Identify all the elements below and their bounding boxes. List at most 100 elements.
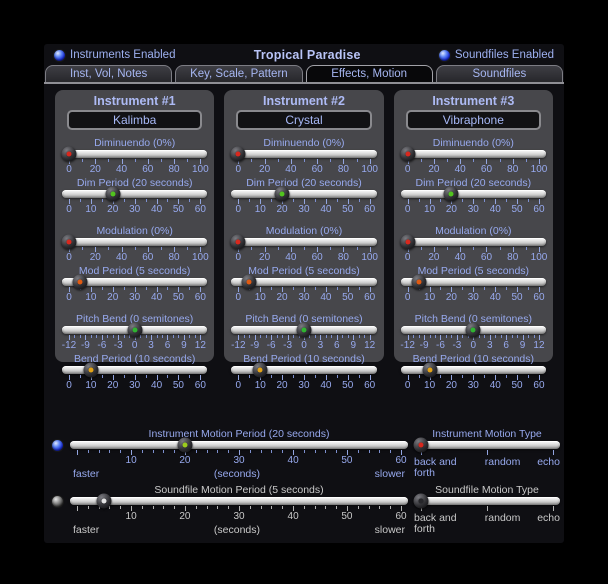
- instrument-motion-type-option-random[interactable]: random: [485, 457, 521, 479]
- inst1-pitch-bend-scale-numbers: -12 -9 -6 -3 0 3 6 9 12: [62, 341, 207, 352]
- inst2-modulation-track[interactable]: [230, 234, 377, 250]
- instruments-enabled-checkbox[interactable]: Instruments Enabled: [54, 49, 175, 61]
- inst2-diminuendo-thumb[interactable]: [230, 146, 246, 162]
- tick-mark: [553, 506, 554, 511]
- inst3-bend-period-rail: [408, 362, 539, 378]
- scale-number: 20: [179, 455, 191, 466]
- inst1-modulation-track[interactable]: [61, 234, 208, 250]
- inst2-diminuendo-thumb-dot: [235, 151, 241, 157]
- soundfile-motion-led-icon[interactable]: [52, 496, 63, 507]
- instrument-motion-type-option-back-and-forth[interactable]: back and forth: [414, 457, 468, 479]
- instrument-motion-type-track[interactable]: [413, 437, 560, 453]
- scale-number: 50: [341, 455, 353, 466]
- tab-key-scale-pattern[interactable]: Key, Scale, Pattern: [175, 65, 303, 82]
- inst1-diminuendo-track[interactable]: [61, 146, 208, 162]
- inst1-instrument-name-box[interactable]: Kalimba: [67, 110, 203, 130]
- tick-mark: [123, 199, 125, 202]
- tick-mark: [249, 375, 251, 378]
- inst3-mod-period-track[interactable]: [400, 274, 546, 290]
- scale-number: 100: [191, 252, 209, 263]
- inst2-pitch-bend-track[interactable]: [231, 322, 377, 338]
- soundfile-motion-period-thumb[interactable]: [96, 493, 112, 509]
- inst2-dim-period-thumb[interactable]: [274, 186, 290, 202]
- inst1-modulation-slider: Modulation (0%) 0 20 40 60 80 100: [61, 225, 209, 264]
- tab-soundfiles[interactable]: Soundfiles: [435, 65, 563, 82]
- inst3-dim-period-thumb[interactable]: [443, 186, 459, 202]
- soundfile-motion-period-track[interactable]: [70, 493, 408, 509]
- tab-effects-motion[interactable]: Effects, Motion: [305, 65, 433, 82]
- inst1-pitch-bend-thumb[interactable]: [127, 322, 143, 338]
- inst1-diminuendo-thumb[interactable]: [61, 146, 77, 162]
- soundfile-motion-type-thumb[interactable]: [413, 493, 429, 509]
- inst3-pitch-bend-track[interactable]: [400, 322, 546, 338]
- instrument-motion-type-thumb[interactable]: [413, 437, 429, 453]
- inst1-bend-period-track[interactable]: [62, 362, 208, 378]
- soundfile-motion-period-label: Soundfile Motion Period (5 seconds): [154, 484, 324, 496]
- inst3-bend-period-thumb[interactable]: [422, 362, 438, 378]
- scale-number: 80: [337, 164, 349, 175]
- inst3-mod-period-slider: Mod Period (5 seconds) 0 10 20 30 40 50 60: [400, 265, 546, 304]
- inst1-pitch-bend-track[interactable]: [62, 322, 208, 338]
- inst1-mod-period-thumb[interactable]: [72, 274, 88, 290]
- inst2-diminuendo-track[interactable]: [230, 146, 377, 162]
- inst3-dim-period-track[interactable]: [400, 186, 546, 202]
- tick-mark: [152, 506, 154, 509]
- instrument-motion-type-rail: [413, 437, 553, 453]
- inst1-dim-period-thumb[interactable]: [105, 186, 121, 202]
- instruments-enabled-led-icon[interactable]: [54, 49, 65, 61]
- soundfile-motion-type-option-echo[interactable]: echo: [537, 513, 560, 535]
- scale-number: -6: [266, 340, 276, 351]
- inst2-bend-period-track[interactable]: [231, 362, 377, 378]
- inst3-diminuendo-track[interactable]: [400, 146, 546, 162]
- inst3-pitch-bend-thumb[interactable]: [465, 322, 481, 338]
- instrument-motion-type-option-echo[interactable]: echo: [537, 457, 560, 479]
- inst3-modulation-thumb[interactable]: [400, 234, 416, 250]
- inst2-mod-period-track[interactable]: [231, 274, 377, 290]
- instrument-motion-period-thumb[interactable]: [177, 437, 193, 453]
- soundfiles-enabled-checkbox[interactable]: Soundfiles Enabled: [438, 49, 554, 61]
- soundfile-motion-type-option-back-and-forth[interactable]: back and forth: [414, 513, 468, 535]
- inst3-diminuendo-thumb[interactable]: [400, 146, 416, 162]
- inst2-mod-period-thumb[interactable]: [241, 274, 257, 290]
- inst2-bend-period-thumb[interactable]: [252, 362, 268, 378]
- instruments-enabled-label: Instruments Enabled: [70, 49, 176, 61]
- scale-number: 40: [489, 204, 501, 215]
- inst2-instrument-name-box[interactable]: Crystal: [236, 110, 372, 130]
- soundfile-motion-type-option-random[interactable]: random: [485, 513, 521, 535]
- inst1-modulation-thumb[interactable]: [61, 234, 77, 250]
- inst3-modulation-track[interactable]: [400, 234, 546, 250]
- inst3-mod-period-thumb[interactable]: [411, 274, 427, 290]
- inst3-bend-period-track[interactable]: [400, 362, 546, 378]
- tick-mark: [195, 450, 197, 453]
- inst1-bend-period-thumb[interactable]: [83, 362, 99, 378]
- scale-number: 50: [172, 292, 184, 303]
- instrument-motion-period-scale-numbers: 10 20 30 40 50 60: [70, 456, 408, 467]
- tab-inst-vol-notes[interactable]: Inst, Vol, Notes: [45, 65, 173, 82]
- tick-mark: [358, 335, 360, 338]
- tick-mark: [260, 450, 262, 453]
- soundfile-motion-type-track[interactable]: [413, 493, 560, 509]
- inst3-pitch-bend-scale-numbers: -12 -9 -6 -3 0 3 6 9 12: [400, 341, 546, 352]
- inst1-mod-period-track[interactable]: [62, 274, 208, 290]
- scale-number: 60: [194, 292, 206, 303]
- instrument-motion-period-track[interactable]: [70, 437, 408, 453]
- inst2-dim-period-track[interactable]: [231, 186, 377, 202]
- scale-number: 30: [233, 455, 245, 466]
- inst3-instrument-name-box[interactable]: Vibraphone: [405, 110, 541, 130]
- inst2-modulation-thumb[interactable]: [230, 234, 246, 250]
- inst3-diminuendo-rail: [400, 146, 539, 162]
- soundfile-motion-type-ticks: [414, 506, 560, 511]
- inst2-pitch-bend-thumb[interactable]: [296, 322, 312, 338]
- inst1-dim-period-track[interactable]: [62, 186, 208, 202]
- tick-mark: [336, 506, 338, 509]
- app-window: Instruments Enabled Tropical Paradise So…: [44, 44, 564, 543]
- tick-mark: [112, 335, 114, 338]
- inst3-mod-period-thumb-dot: [416, 279, 422, 285]
- scale-number: 0: [66, 204, 72, 215]
- instrument-motion-led-icon[interactable]: [52, 440, 63, 451]
- tick-mark: [167, 199, 169, 202]
- tick-mark: [145, 199, 147, 202]
- soundfiles-enabled-led-icon[interactable]: [438, 49, 450, 61]
- instrument-panel-3: Instrument #3 Vibraphone Diminuendo (0%) 0 2…: [393, 90, 553, 391]
- tick-mark: [420, 247, 422, 250]
